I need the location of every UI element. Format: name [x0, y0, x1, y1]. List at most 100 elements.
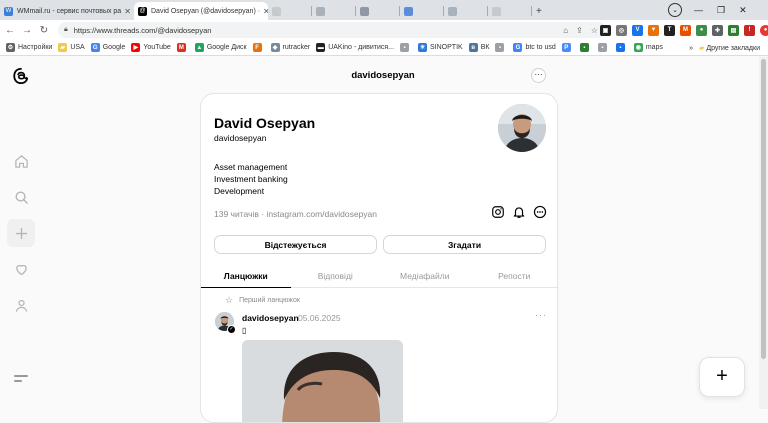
post-image[interactable] — [242, 340, 403, 422]
threads-logo-icon[interactable] — [12, 67, 30, 85]
bookmark-item[interactable]: F — [252, 43, 265, 52]
lock-icon[interactable]: 🔒︎ — [64, 26, 68, 34]
tab-reposts[interactable]: Репости — [470, 264, 558, 287]
bookmark-item[interactable]: ▪ — [579, 43, 592, 52]
browser-tab[interactable] — [356, 2, 400, 20]
scrollbar-thumb[interactable] — [761, 59, 766, 359]
forward-icon[interactable]: → — [20, 25, 34, 36]
share-icon[interactable]: ⇪ — [576, 26, 583, 35]
close-tab-icon[interactable]: ✕ — [260, 7, 268, 16]
bookmark-item[interactable]: ◆ rutracker — [270, 43, 311, 52]
fl-icon: F — [252, 43, 262, 52]
followers-link[interactable]: 139 читачів · instagram.com/davidosepyan — [214, 209, 377, 219]
profile-username: davidosepyan — [214, 133, 267, 143]
more-circle-icon[interactable] — [533, 205, 547, 219]
profile-card: David Osepyan davidosepyan Asset managem… — [200, 93, 558, 423]
menu-icon[interactable] — [14, 375, 28, 385]
search-icon[interactable] — [7, 183, 35, 211]
page-scrollbar[interactable] — [759, 57, 768, 409]
bookmark-icon: ▪ — [495, 43, 505, 52]
extension-icon[interactable]: ▼ — [648, 24, 659, 36]
tab-title: David Osepyan (@davidosepyan) · — [151, 7, 261, 15]
profile-tabs: Ланцюжки Відповіді Медіафайли Репости — [201, 264, 558, 288]
close-tab-icon[interactable]: ✕ — [121, 7, 131, 16]
address-bar[interactable]: 🔒︎ https://www.threads.com/@davidosepyan… — [58, 22, 606, 38]
tab-replies[interactable]: Відповіді — [291, 264, 381, 287]
follow-check-icon[interactable]: ✓ — [227, 325, 236, 334]
post-more-icon[interactable]: ··· — [535, 310, 547, 320]
threads-app: davidosepyan ··· David Osepyan davidosep… — [0, 57, 768, 423]
mention-button[interactable]: Згадати — [383, 235, 546, 254]
heart-icon[interactable] — [7, 255, 35, 283]
bookmark-item[interactable]: ◉ maps — [633, 43, 663, 52]
bookmark-item[interactable]: Gbtc to usd — [513, 43, 556, 52]
extension-icon[interactable]: T — [664, 24, 675, 36]
tab-media[interactable]: Медіафайли — [380, 264, 470, 287]
bookmark-item[interactable]: M — [176, 43, 189, 52]
create-post-icon[interactable] — [7, 219, 35, 247]
extension-icon[interactable]: ▣ — [600, 24, 611, 36]
other-bookmarks-folder[interactable]: ▰ Другие закладки — [699, 44, 760, 52]
bookmark-icon: ▪ — [400, 43, 410, 52]
extension-icon[interactable]: M — [680, 24, 691, 36]
bookmark-item[interactable]: ▶ YouTube — [131, 43, 171, 52]
bookmark-item[interactable]: ▰ USA — [58, 43, 85, 52]
pinned-thread-label[interactable]: ☆ Перший ланцюжок — [225, 295, 300, 306]
window-controls: ⌄ — ❐ ✕ — [668, 0, 747, 20]
browser-tab[interactable] — [312, 2, 356, 20]
browser-tab-threads[interactable]: @ David Osepyan (@davidosepyan) · ✕ — [134, 2, 268, 20]
tab-threads[interactable]: Ланцюжки — [201, 264, 291, 288]
bell-icon[interactable] — [512, 205, 526, 219]
browser-tab[interactable] — [268, 2, 312, 20]
bookmark-item[interactable]: ▪ — [495, 43, 507, 52]
post-date[interactable]: 05.06.2025 — [298, 313, 341, 323]
extension-icon[interactable]: ◎ — [616, 24, 627, 36]
minimize-icon[interactable]: — — [694, 5, 703, 15]
browser-tab-wmmail[interactable]: W WMmail.ru - сервис почтовых ра ✕ — [0, 2, 134, 20]
browser-toolbar: ← → ↻ 🔒︎ https://www.threads.com/@davido… — [0, 20, 768, 40]
youtube-icon: ▶ — [131, 43, 141, 52]
reload-icon[interactable]: ↻ — [37, 25, 51, 36]
bookmark-item[interactable]: G Google — [90, 43, 125, 52]
tab-search-icon[interactable]: ⌄ — [668, 3, 682, 17]
puzzle-icon[interactable]: ✚ — [712, 24, 723, 36]
bookmark-item[interactable]: P — [561, 43, 574, 52]
instagram-icon[interactable] — [491, 205, 505, 219]
browser-tab[interactable] — [444, 2, 488, 20]
home-icon[interactable] — [7, 147, 35, 175]
new-post-fab[interactable]: + — [699, 357, 745, 397]
more-options-button[interactable]: ··· — [531, 68, 546, 83]
profile-avatar[interactable] — [498, 104, 546, 152]
more-bookmarks-button[interactable]: » — [689, 45, 693, 52]
extension-icon[interactable]: ● — [696, 24, 707, 36]
new-tab-button[interactable]: + — [532, 2, 546, 20]
bookmark-item[interactable]: ▪ — [615, 43, 628, 52]
bookmark-item[interactable]: ▪ — [400, 43, 412, 52]
browser-tab[interactable] — [488, 2, 532, 20]
page-icon — [272, 6, 281, 16]
post-username[interactable]: davidosepyan — [242, 313, 299, 323]
extension-icon[interactable]: ▤ — [728, 24, 739, 36]
bookmark-label: Настройки — [18, 44, 53, 51]
browser-tab[interactable] — [400, 2, 444, 20]
extension-icon[interactable]: ! — [744, 24, 755, 36]
profile-avatar-icon[interactable]: ● — [760, 24, 768, 36]
translate-icon[interactable]: ⌂ — [563, 26, 568, 35]
window-close-icon[interactable]: ✕ — [739, 5, 747, 16]
back-icon[interactable]: ← — [3, 25, 17, 36]
bookmark-label: UAKino - дивитися... — [328, 44, 395, 51]
bookmark-item[interactable]: ☀ SINOPTIK — [418, 43, 463, 52]
bookmark-label: rutracker — [282, 44, 311, 51]
bookmark-item[interactable]: ▪ — [597, 43, 610, 52]
bookmark-item[interactable]: ▲ Google Диск — [194, 43, 247, 52]
bookmark-star-icon[interactable]: ☆ — [591, 26, 598, 35]
profile-icon[interactable] — [7, 291, 35, 319]
bookmark-label: YouTube — [143, 44, 171, 51]
maximize-icon[interactable]: ❐ — [717, 5, 725, 16]
extension-icon[interactable]: V — [632, 24, 643, 36]
page-title: davidosepyan — [351, 70, 415, 81]
bookmark-item[interactable]: ⚙ Настройки — [6, 43, 52, 52]
bookmark-item[interactable]: ▬ UAKino - дивитися... — [316, 43, 394, 52]
bookmark-item[interactable]: в ВК — [468, 43, 489, 52]
following-button[interactable]: Відстежується — [214, 235, 377, 254]
